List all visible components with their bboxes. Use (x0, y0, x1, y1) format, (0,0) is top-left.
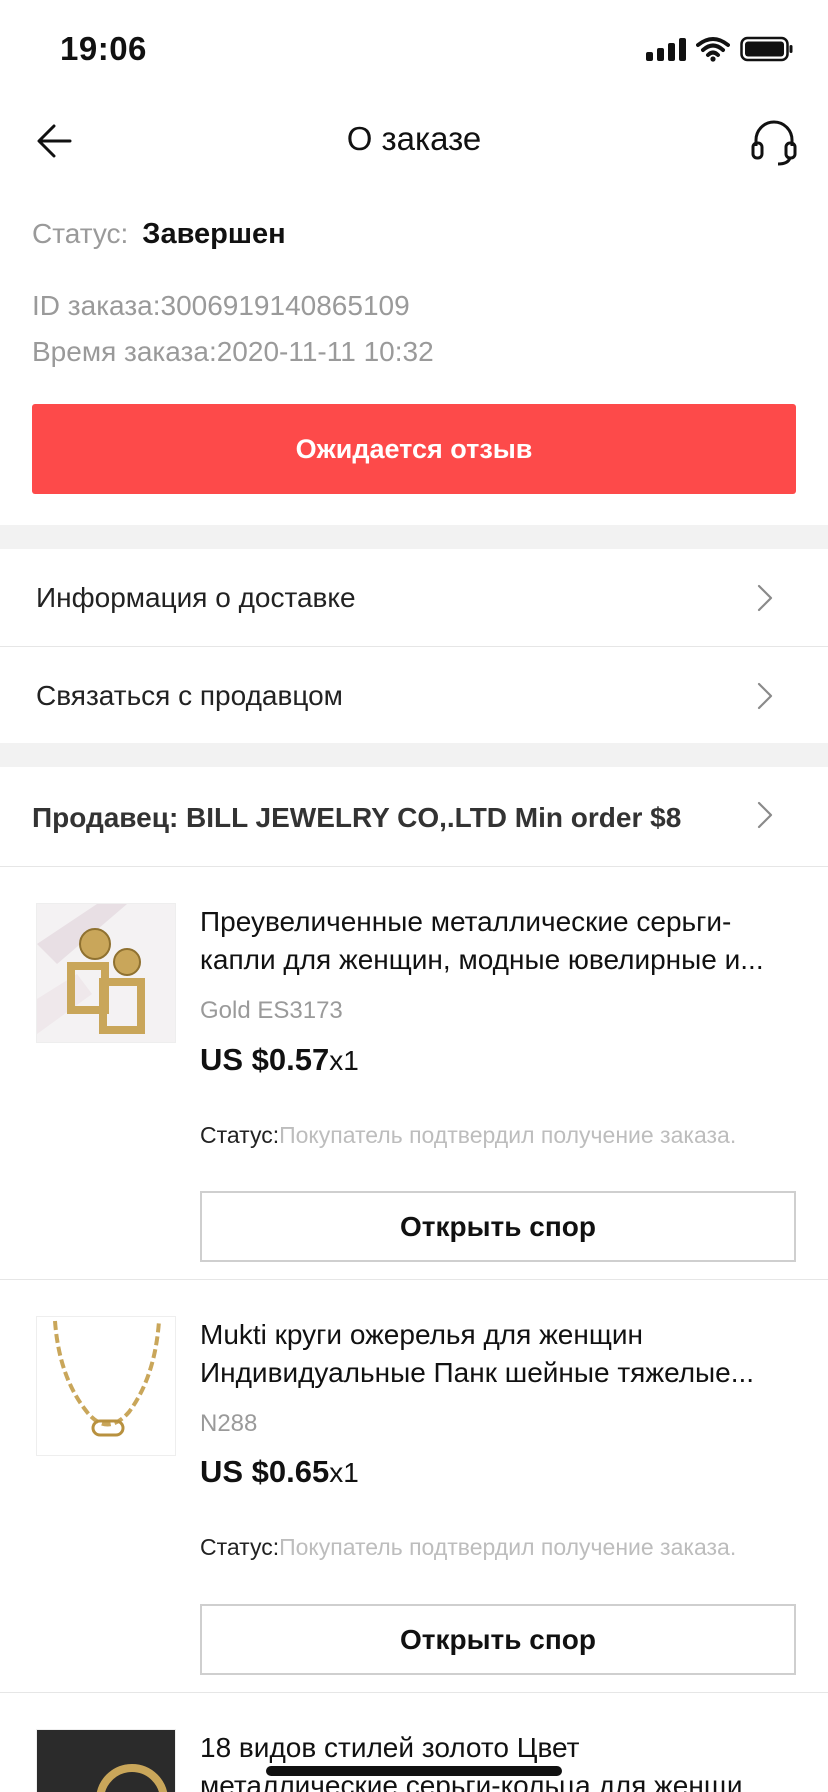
delivery-info-label: Информация о доставке (36, 581, 356, 613)
status-time: 19:06 (60, 30, 147, 67)
product-price-row: US $0.65x1 (200, 1454, 359, 1490)
order-status: Статус: Завершен (32, 218, 286, 251)
section-divider (0, 525, 828, 549)
product-image-necklace[interactable] (36, 1316, 176, 1456)
product-image-earrings[interactable] (36, 903, 176, 1043)
status-icons (646, 36, 794, 62)
order-id: ID заказа:3006919140865109 (32, 290, 410, 321)
contact-seller-row[interactable]: Связаться с продавцом (0, 647, 828, 744)
product-title-line: Индивидуальные Панк шейные тяжелые... (200, 1357, 755, 1388)
order-status-value: Завершен (142, 218, 286, 250)
product-status-label: Статус: (200, 1122, 280, 1148)
product-price: US $0.57 (200, 1042, 330, 1077)
product-sku: N288 (200, 1410, 258, 1437)
support-headset-icon[interactable] (748, 116, 800, 168)
wifi-icon (696, 37, 730, 62)
product-title-line: Mukti круги ожерелья для женщин (200, 1319, 643, 1350)
product-title[interactable]: 18 видов стилей золото Цвет металлически… (200, 1729, 800, 1792)
hoop-earrings-photo (37, 1730, 175, 1792)
product-quantity: x1 (329, 1045, 359, 1076)
product-status-value: Покупатель подтвердил получение заказа. (279, 1122, 737, 1148)
product-status: Статус:Покупатель подтвердил получение з… (200, 1534, 736, 1561)
awaiting-review-button[interactable]: Ожидается отзыв (32, 404, 796, 494)
contact-seller-label: Связаться с продавцом (36, 679, 343, 711)
product-status-label: Статус: (200, 1534, 280, 1560)
delivery-info-row[interactable]: Информация о доставке (0, 549, 828, 646)
chevron-right-icon (757, 682, 773, 709)
product-title[interactable]: Преувеличенные металлические серьги- кап… (200, 903, 800, 979)
chevron-right-icon (757, 584, 773, 611)
product-title-line: Преувеличенные металлические серьги- (200, 906, 732, 937)
product-quantity: x1 (329, 1457, 359, 1488)
product-title[interactable]: Mukti круги ожерелья для женщин Индивиду… (200, 1316, 800, 1392)
product-title-line: 18 видов стилей золото Цвет (200, 1732, 580, 1763)
product-price: US $0.65 (200, 1454, 330, 1489)
page-title: О заказе (346, 120, 482, 157)
divider (0, 1692, 828, 1693)
battery-icon (740, 36, 793, 62)
product-sku: Gold ES3173 (200, 997, 343, 1024)
chevron-right-icon (757, 801, 773, 829)
open-dispute-button[interactable]: Открыть спор (200, 1191, 796, 1262)
order-time: Время заказа:2020-11-11 10:32 (32, 336, 434, 367)
product-price-row: US $0.57x1 (200, 1042, 359, 1078)
seller-name: Продавец: BILL JEWELRY CO,.LTD Min order… (32, 802, 682, 833)
product-title-line: капли для женщин, модные ювелирные и... (200, 944, 764, 975)
home-indicator (266, 1766, 562, 1776)
product-status: Статус:Покупатель подтвердил получение з… (200, 1122, 736, 1149)
divider (0, 1279, 828, 1280)
product-image-hoop-earrings[interactable] (36, 1729, 176, 1792)
cellular-signal-icon (646, 37, 686, 61)
product-status-value: Покупатель подтвердил получение заказа. (279, 1534, 737, 1560)
nav-bar: О заказе (0, 96, 828, 186)
earrings-photo (37, 904, 175, 1042)
order-status-label: Статус: (32, 218, 129, 249)
necklace-photo (37, 1317, 175, 1455)
divider (0, 866, 828, 867)
open-dispute-button[interactable]: Открыть спор (200, 1604, 796, 1675)
status-bar: 19:06 (0, 0, 828, 96)
section-divider (0, 743, 828, 767)
seller-row[interactable]: Продавец: BILL JEWELRY CO,.LTD Min order… (0, 766, 828, 866)
